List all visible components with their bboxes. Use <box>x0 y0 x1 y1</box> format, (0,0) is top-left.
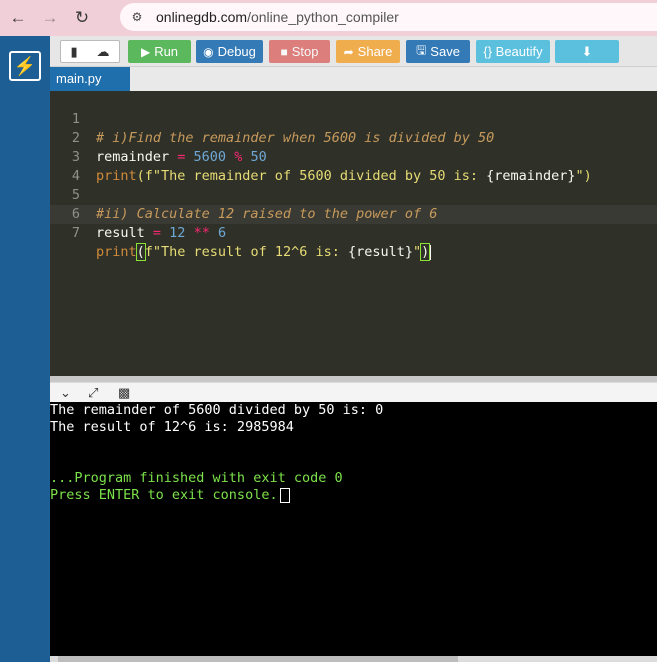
copy-output-icon[interactable]: ▩ <box>118 385 130 401</box>
stop-button[interactable]: ■ Stop <box>269 40 330 63</box>
onlinegdb-logo-icon[interactable]: ⚡ <box>9 51 41 81</box>
code-line-5: 5 #ii) Calculate 12 raised to the power … <box>71 187 438 222</box>
code-line-1: 1 # i)Find the remainder when 5600 is di… <box>71 111 495 146</box>
expand-icon[interactable]: ⤢ <box>88 385 98 401</box>
beautify-button[interactable]: {} Beautify <box>476 40 550 63</box>
text-cursor <box>429 244 432 260</box>
debug-icon: ◉ <box>203 44 214 59</box>
console-output[interactable]: The remainder of 5600 divided by 50 is: … <box>50 402 657 656</box>
browser-toolbar: ← → ↻ ⚙ onlinegdb.com/online_python_comp… <box>0 0 657 36</box>
reload-icon[interactable]: ↻ <box>68 4 96 32</box>
run-button[interactable]: ▶ Run <box>128 40 191 63</box>
console-line-2: The result of 12^6 is: 2985984 <box>50 419 294 435</box>
upload-icon[interactable]: ☁ <box>97 44 110 60</box>
console-cursor <box>279 487 290 503</box>
console-line-1: The remainder of 5600 divided by 50 is: … <box>50 402 384 418</box>
play-icon: ▶ <box>140 44 151 59</box>
tab-main-py[interactable]: main.py <box>50 67 130 91</box>
share-icon: ➦ <box>343 44 354 59</box>
collapse-chevron-icon[interactable]: ⌄ <box>60 385 71 401</box>
code-editor[interactable]: 1 # i)Find the remainder when 5600 is di… <box>50 91 657 376</box>
address-bar[interactable]: ⚙ onlinegdb.com/online_python_compiler <box>120 3 657 31</box>
download-button[interactable]: ⬇ <box>555 40 619 63</box>
forward-arrow-icon[interactable]: → <box>36 4 64 32</box>
code-line-4: 4 <box>71 168 80 184</box>
scrollbar-thumb[interactable] <box>58 656 458 662</box>
code-line-6: 6 result = 12 ** 6 <box>71 206 227 241</box>
file-actions: ▮ ☁ <box>60 40 120 63</box>
left-sidebar: ⚡ <box>0 36 50 662</box>
url-text: onlinegdb.com/online_python_compiler <box>156 9 399 25</box>
ide-toolbar: ▮ ☁ ▶ Run ◉ Debug ■ Stop ➦ Share 🖫 Save {} Be… <box>50 36 657 67</box>
share-button[interactable]: ➦ Share <box>336 40 400 63</box>
save-button[interactable]: 🖫 Save <box>406 40 470 63</box>
site-info-icon[interactable]: ⚙ <box>126 6 148 28</box>
console-finish-line: ...Program finished with exit code 0 <box>50 470 343 486</box>
stop-icon: ■ <box>280 44 288 59</box>
save-icon: 🖫 <box>416 43 427 57</box>
console-prompt-line: Press ENTER to exit console. <box>50 487 290 504</box>
new-file-icon[interactable]: ▮ <box>70 44 77 60</box>
console-toolbar: ⌄ ⤢ ▩ <box>50 382 657 402</box>
code-line-2: 2 remainder = 5600 % 50 <box>71 130 267 165</box>
file-tab-bar: main.py <box>50 67 657 91</box>
download-icon: ⬇ <box>581 43 593 59</box>
debug-button[interactable]: ◉ Debug <box>196 40 263 63</box>
back-arrow-icon[interactable]: ← <box>4 4 32 32</box>
code-line-3: 3 print(f"The remainder of 5600 divided … <box>71 149 592 184</box>
horizontal-scrollbar[interactable] <box>50 656 657 662</box>
code-line-7: 7 print(f"The result of 12^6 is: {result… <box>71 225 432 261</box>
